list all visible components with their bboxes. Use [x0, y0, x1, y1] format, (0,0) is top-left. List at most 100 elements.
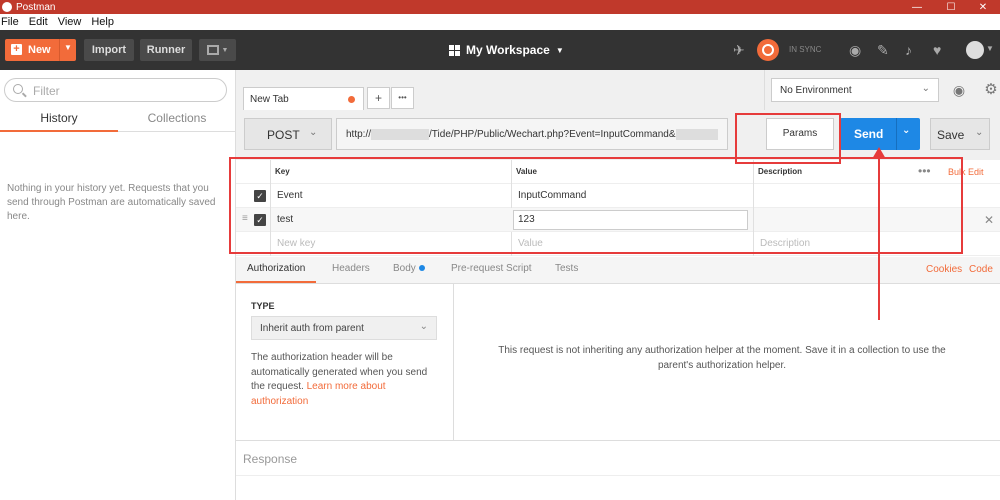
caret-down-icon[interactable]: ▼ — [986, 44, 994, 53]
workspace-label: My Workspace — [466, 43, 550, 57]
new-window-button[interactable]: ▼ — [199, 39, 236, 61]
tab-authorization[interactable]: Authorization — [236, 257, 317, 283]
maximize-button[interactable]: ☐ — [936, 0, 966, 14]
tab-body[interactable]: Body — [393, 257, 425, 283]
caret-down-icon: ▼ — [221, 46, 229, 54]
response-panel: Response — [236, 440, 1000, 500]
menu-view[interactable]: View — [58, 16, 82, 28]
manage-environments-button[interactable]: ⚙ — [979, 78, 1000, 102]
runner-button[interactable]: Runner — [140, 39, 192, 61]
environment-select[interactable]: No Environment ⌄ — [771, 78, 939, 102]
workspace-switcher[interactable]: My Workspace ▼ — [449, 43, 564, 57]
params-header-row: Key Value Description ••• Bulk Edit — [236, 160, 1000, 184]
send-options-chevron-icon[interactable]: ⌄ — [902, 125, 910, 136]
tab-label: New Tab — [250, 94, 289, 105]
table-row: ≡ ✓ test 123 ✕ — [236, 208, 1000, 232]
import-button[interactable]: Import — [84, 39, 134, 61]
chevron-down-icon: ⌄ — [975, 127, 984, 138]
interceptor-icon[interactable]: ◉ — [849, 41, 861, 59]
add-tab-button[interactable]: + — [367, 87, 390, 109]
heart-icon[interactable]: ♥ — [933, 41, 941, 59]
new-button[interactable]: + New ▼ — [5, 39, 76, 61]
param-description[interactable] — [753, 184, 913, 208]
auth-settings: TYPE Inherit auth from parent ⌄ The auth… — [236, 284, 454, 440]
menu-file[interactable]: File — [1, 16, 19, 28]
checkbox-icon[interactable]: ✓ — [254, 190, 266, 202]
request-row: POST ⌄ http:// /Tide/PHP/Public/Wechart.p… — [236, 110, 1000, 160]
params-button[interactable]: Params — [766, 118, 834, 150]
menu-bar: File Edit View Help — [0, 14, 1000, 30]
method-select[interactable]: POST ⌄ — [244, 118, 332, 150]
new-dropdown-caret-icon[interactable]: ▼ — [64, 43, 72, 52]
chevron-down-icon: ⌄ — [419, 321, 428, 332]
method-value: POST — [267, 128, 300, 142]
chevron-down-icon: ⌄ — [921, 83, 930, 94]
wrench-icon[interactable]: ✎ — [877, 41, 889, 59]
tab-headers[interactable]: Headers — [332, 257, 370, 283]
new-button-label: New — [28, 44, 51, 56]
send-button[interactable]: Send ⌄ — [840, 118, 920, 150]
history-empty-message: Nothing in your history yet. Requests th… — [7, 183, 216, 222]
sidebar: Filter History Collections Nothing in yo… — [0, 70, 236, 500]
param-key[interactable]: test — [270, 208, 511, 232]
grid-icon — [449, 44, 460, 56]
url-input[interactable]: http:// /Tide/PHP/Public/Wechart.php?Even… — [336, 118, 728, 150]
cookies-link[interactable]: Cookies — [926, 257, 962, 283]
authorization-panel: TYPE Inherit auth from parent ⌄ The auth… — [236, 284, 1000, 440]
tab-options-button[interactable]: ••• — [391, 87, 414, 109]
param-key[interactable]: Event — [270, 184, 511, 208]
filter-placeholder: Filter — [33, 84, 60, 98]
menu-edit[interactable]: Edit — [29, 16, 48, 28]
param-value[interactable]: InputCommand — [511, 184, 753, 208]
title-bar: Postman — ☐ ✕ — [0, 0, 1000, 14]
postman-logo-icon — [2, 2, 12, 12]
bell-icon[interactable]: ♪ — [905, 41, 912, 59]
sidebar-tabs: History Collections — [0, 108, 236, 132]
new-value-input[interactable]: Value — [511, 232, 753, 256]
params-more-button[interactable]: ••• — [918, 160, 931, 184]
satellite-icon[interactable]: ✈ — [733, 41, 745, 59]
sync-status-icon[interactable] — [757, 39, 779, 61]
new-description-input[interactable]: Description — [753, 232, 913, 256]
unsaved-dot-icon — [348, 96, 355, 103]
header-description: Description — [753, 160, 913, 184]
app-title: Postman — [2, 0, 55, 14]
tab-history[interactable]: History — [0, 108, 118, 132]
eye-icon: ◉ — [952, 82, 966, 98]
header-value: Value — [511, 160, 753, 184]
new-key-input[interactable]: New key — [270, 232, 511, 256]
filter-input[interactable]: Filter — [4, 78, 227, 102]
new-param-row: New key Value Description — [236, 232, 1000, 256]
url-prefix: http:// — [346, 129, 372, 141]
save-button[interactable]: Save ⌄ — [930, 118, 990, 150]
auth-type-label: TYPE — [251, 301, 275, 311]
auth-type-value: Inherit auth from parent — [260, 323, 364, 334]
tab-pre-request-script[interactable]: Pre-request Script — [451, 257, 532, 283]
environment-quick-look-button[interactable]: ◉ — [947, 78, 971, 102]
redacted-query — [675, 129, 718, 140]
param-value-input[interactable]: 123 — [513, 210, 748, 230]
params-table: Key Value Description ••• Bulk Edit ✓ Ev… — [236, 160, 1000, 257]
delete-row-icon[interactable]: ✕ — [984, 208, 994, 232]
code-link[interactable]: Code — [969, 257, 993, 283]
menu-help[interactable]: Help — [91, 16, 114, 28]
param-description[interactable] — [753, 208, 913, 232]
tab-collections[interactable]: Collections — [118, 108, 236, 132]
save-label: Save — [937, 128, 965, 142]
avatar[interactable] — [966, 41, 984, 59]
body-indicator-dot-icon — [418, 265, 425, 272]
checkbox-icon[interactable]: ✓ — [254, 214, 266, 226]
tab-body-label: Body — [393, 263, 416, 274]
tab-tests[interactable]: Tests — [555, 257, 578, 283]
close-window-button[interactable]: ✕ — [968, 0, 998, 14]
sync-status-label: IN SYNC — [789, 45, 822, 54]
drag-handle-icon[interactable]: ≡ — [242, 214, 248, 224]
header-key: Key — [270, 160, 510, 184]
minimize-button[interactable]: — — [902, 0, 932, 14]
auth-type-select[interactable]: Inherit auth from parent ⌄ — [251, 316, 437, 340]
tab-new-tab[interactable]: New Tab — [243, 87, 364, 111]
window-title: Postman — [16, 1, 56, 13]
bulk-edit-link[interactable]: Bulk Edit — [948, 160, 984, 184]
environment-value: No Environment — [780, 85, 852, 96]
new-window-icon — [206, 45, 219, 55]
